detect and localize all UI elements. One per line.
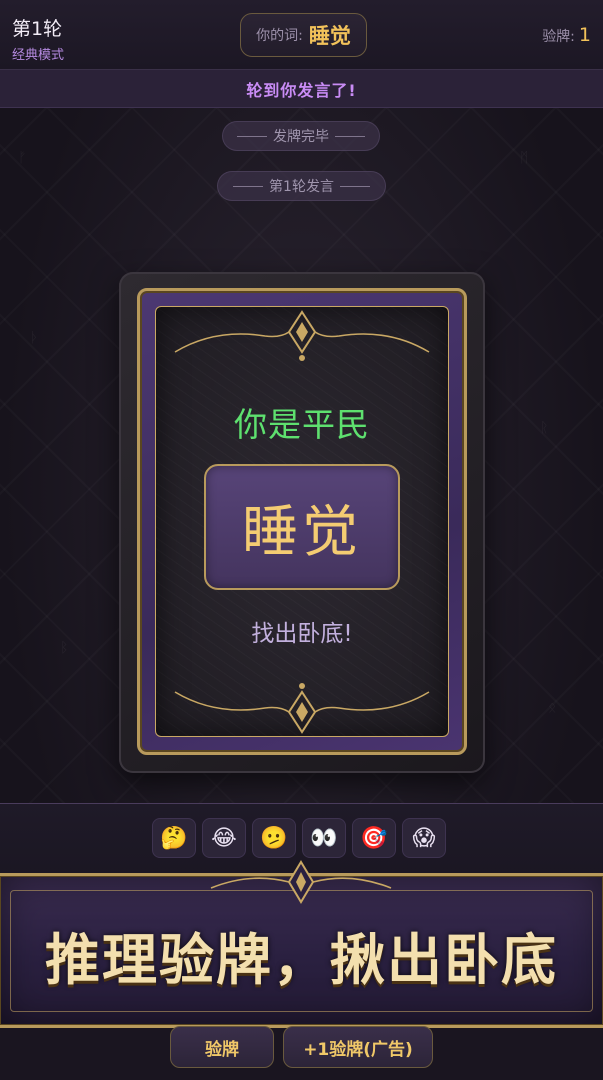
- bottom-ornament-icon: [174, 683, 430, 734]
- divider: [335, 135, 365, 137]
- system-message: 发牌完毕: [222, 121, 380, 151]
- emoji-eyes-button[interactable]: 👀: [302, 818, 346, 858]
- your-word-pill[interactable]: 你的词: 睡觉: [240, 13, 367, 57]
- game-mode-label: 经典模式: [12, 48, 65, 63]
- rune-decoration: ᚦ: [30, 330, 39, 346]
- emoji-laughing-button[interactable]: 😂: [202, 818, 246, 858]
- system-message-text: 发牌完毕: [273, 129, 329, 145]
- your-word-label: 你的词:: [256, 28, 303, 44]
- top-ornament-icon: [174, 310, 430, 361]
- secret-word: 睡觉: [242, 499, 362, 565]
- system-message: 第1轮发言: [217, 171, 386, 201]
- divider: [339, 185, 370, 187]
- mission-text: 找出卧底!: [251, 621, 353, 647]
- check-card-button[interactable]: 验牌: [170, 1026, 274, 1068]
- role-text: 你是平民: [234, 405, 370, 444]
- rune-decoration: ᛟ: [548, 700, 557, 716]
- check-count-label: 验牌:: [542, 29, 575, 45]
- rune-decoration: ᛒ: [60, 640, 69, 656]
- emoji-target-button[interactable]: 🎯: [352, 818, 396, 858]
- round-title: 第1轮: [12, 18, 63, 40]
- turn-banner: 轮到你发言了!: [0, 70, 603, 108]
- your-word-value: 睡觉: [308, 24, 351, 48]
- rune-decoration: ᚠ: [18, 150, 27, 166]
- top-header: 第1轮 经典模式 你的词: 睡觉 验牌: 1: [0, 0, 603, 70]
- rune-decoration: ᛗ: [520, 150, 529, 166]
- rune-decoration: ᚱ: [540, 420, 549, 436]
- watch-ad-add-check-button[interactable]: +1验牌(广告): [283, 1026, 433, 1068]
- emoji-shocked-button[interactable]: 😱: [402, 818, 446, 858]
- banner-ornament-icon: [210, 860, 392, 904]
- secret-word-box: 睡觉: [204, 464, 400, 590]
- divider: [233, 185, 264, 187]
- check-count: 验牌: 1: [542, 24, 591, 46]
- emoji-reaction-bar: 🤔 😂 🫤 👀 🎯 😱: [152, 818, 446, 858]
- emoji-thinking-button[interactable]: 🤔: [152, 818, 196, 858]
- check-count-value: 1: [578, 24, 591, 46]
- divider: [237, 135, 267, 137]
- emoji-confused-button[interactable]: 🫤: [252, 818, 296, 858]
- slogan-text: 推理验牌，揪出卧底: [44, 927, 558, 992]
- system-message-text: 第1轮发言: [269, 179, 334, 195]
